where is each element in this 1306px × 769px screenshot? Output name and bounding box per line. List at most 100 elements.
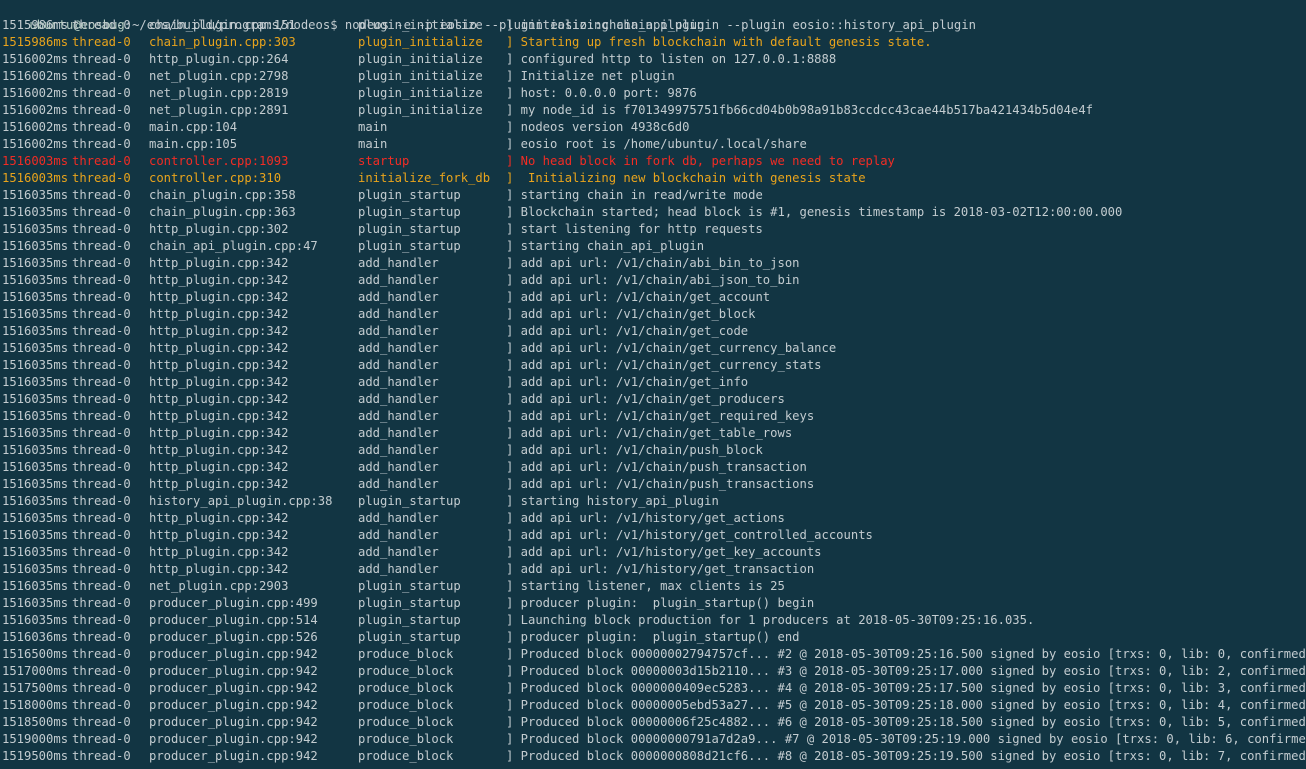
log-thread: thread-0 [72,120,131,134]
log-timestamp: 1516002ms [2,103,69,117]
log-thread: thread-0 [72,239,131,253]
log-source-file: http_plugin.cpp:342 [149,511,289,525]
log-thread: thread-0 [72,732,131,746]
log-message: ] Initialize net plugin [506,69,675,83]
log-timestamp: 1516035ms [2,205,69,219]
log-message: ] my node_id is f701349975751fb66cd04b0b… [506,103,1093,117]
log-source-file: http_plugin.cpp:342 [149,307,289,321]
log-timestamp: 1516035ms [2,290,69,304]
log-source-file: producer_plugin.cpp:526 [149,630,318,644]
log-function: produce_block [358,647,454,661]
log-function: plugin_startup [358,494,461,508]
log-line: 1516035ms thread-0 http_plugin.cpp:342 add_… [0,544,1306,561]
log-source-file: http_plugin.cpp:342 [149,460,289,474]
log-line: 1516035ms thread-0 http_plugin.cpp:342 add_… [0,408,1306,425]
log-timestamp: 1517000ms [2,664,69,678]
log-thread: thread-0 [72,511,131,525]
log-function: plugin_startup [358,205,461,219]
log-message: ] starting chain in read/write mode [506,188,763,202]
log-line: 1516035ms thread-0 http_plugin.cpp:342 add_… [0,357,1306,374]
log-function: produce_block [358,681,454,695]
log-timestamp: 1516035ms [2,273,69,287]
log-timestamp: 1516002ms [2,120,69,134]
log-line: 1516035ms thread-0 http_plugin.cpp:342 add_… [0,255,1306,272]
log-thread: thread-0 [72,664,131,678]
log-message: ] Produced block 00000006f25c4882... #6 … [506,715,1306,729]
log-timestamp: 1518500ms [2,715,69,729]
log-source-file: producer_plugin.cpp:514 [149,613,318,627]
log-timestamp: 1516035ms [2,613,69,627]
log-line: 1516002ms thread-0 net_plugin.cpp:2798 plug… [0,68,1306,85]
log-message: ] add api url: /v1/history/get_transacti… [506,562,815,576]
log-source-file: chain_plugin.cpp:358 [149,188,296,202]
log-function: produce_block [358,664,454,678]
log-thread: thread-0 [72,103,131,117]
log-thread: thread-0 [72,528,131,542]
log-message: ] nodeos version 4938c6d0 [506,120,690,134]
log-source-file: http_plugin.cpp:342 [149,273,289,287]
log-thread: thread-0 [72,188,131,202]
log-timestamp: 1516002ms [2,52,69,66]
log-timestamp: 1516036ms [2,630,69,644]
log-timestamp: 1516003ms [2,171,69,185]
log-message: ] add api url: /v1/chain/abi_json_to_bin [506,273,800,287]
log-source-file: http_plugin.cpp:342 [149,409,289,423]
log-source-file: controller.cpp:1093 [149,154,289,168]
log-source-file: main.cpp:105 [149,137,238,151]
log-function: plugin_initialize [358,103,483,117]
log-message: ] configured http to listen on 127.0.0.1… [506,52,837,66]
log-function: initialize_fork_db [358,171,491,185]
terminal-window[interactable]: ubuntu@eosbug:~/eos/build/programs/nodeo… [0,0,1306,769]
log-message: ] add api url: /v1/chain/get_currency_ba… [506,341,837,355]
log-line: 1518500ms thread-0 producer_plugin.cpp:942… [0,714,1306,731]
log-timestamp: 1516035ms [2,188,69,202]
log-message: ] add api url: /v1/chain/push_transactio… [506,477,815,491]
log-line: 1516035ms thread-0 chain_api_plugin.cpp:47… [0,238,1306,255]
log-source-file: http_plugin.cpp:302 [149,222,289,236]
log-message: ] host: 0.0.0.0 port: 9876 [506,86,697,100]
log-line: 1516035ms thread-0 http_plugin.cpp:342 add_… [0,306,1306,323]
log-source-file: chain_plugin.cpp:303 [149,35,296,49]
log-line: 1518000ms thread-0 producer_plugin.cpp:942… [0,697,1306,714]
log-function: add_handler [358,426,439,440]
log-timestamp: 1516035ms [2,460,69,474]
log-source-file: chain_api_plugin.cpp:47 [149,239,318,253]
log-function: add_handler [358,375,439,389]
log-function: plugin_startup [358,239,461,253]
log-function: add_handler [358,443,439,457]
log-source-file: chain_plugin.cpp:151 [149,18,296,32]
log-line: 1516035ms thread-0 http_plugin.cpp:342 add_… [0,510,1306,527]
log-line: 1516035ms thread-0 chain_plugin.cpp:363 plu… [0,204,1306,221]
log-function: produce_block [358,715,454,729]
log-thread: thread-0 [72,443,131,457]
log-source-file: http_plugin.cpp:342 [149,477,289,491]
log-thread: thread-0 [72,307,131,321]
log-message: ] add api url: /v1/history/get_controlle… [506,528,873,542]
log-timestamp: 1518000ms [2,698,69,712]
log-timestamp: 1516002ms [2,137,69,151]
log-message: ] Produced block 0000000409ec5283... #4 … [506,681,1306,695]
log-message: ] Produced block 00000005ebd53a27... #5 … [506,698,1306,712]
log-timestamp: 1516035ms [2,443,69,457]
log-thread: thread-0 [72,256,131,270]
log-line: 1515986ms thread-0 chain_plugin.cpp:151 plu… [0,17,1306,34]
log-line: 1516035ms thread-0 net_plugin.cpp:2903 plug… [0,578,1306,595]
log-message: ] add api url: /v1/history/get_actions [506,511,785,525]
log-line: 1516035ms thread-0 http_plugin.cpp:342 add_… [0,289,1306,306]
log-function: add_handler [358,256,439,270]
log-thread: thread-0 [72,409,131,423]
log-function: add_handler [358,562,439,576]
log-message: ] producer plugin: plugin_startup() end [506,630,800,644]
log-thread: thread-0 [72,375,131,389]
log-timestamp: 1516035ms [2,545,69,559]
log-timestamp: 1519000ms [2,732,69,746]
log-line: 1516002ms thread-0 net_plugin.cpp:2891 plug… [0,102,1306,119]
log-timestamp: 1516035ms [2,324,69,338]
log-timestamp: 1516002ms [2,69,69,83]
log-message: ] Produced block 00000002794757cf... #2 … [506,647,1306,661]
log-thread: thread-0 [72,562,131,576]
log-thread: thread-0 [72,358,131,372]
log-line: 1516003ms thread-0 controller.cpp:310 initi… [0,170,1306,187]
log-line: 1516002ms thread-0 http_plugin.cpp:264 plug… [0,51,1306,68]
log-thread: thread-0 [72,86,131,100]
